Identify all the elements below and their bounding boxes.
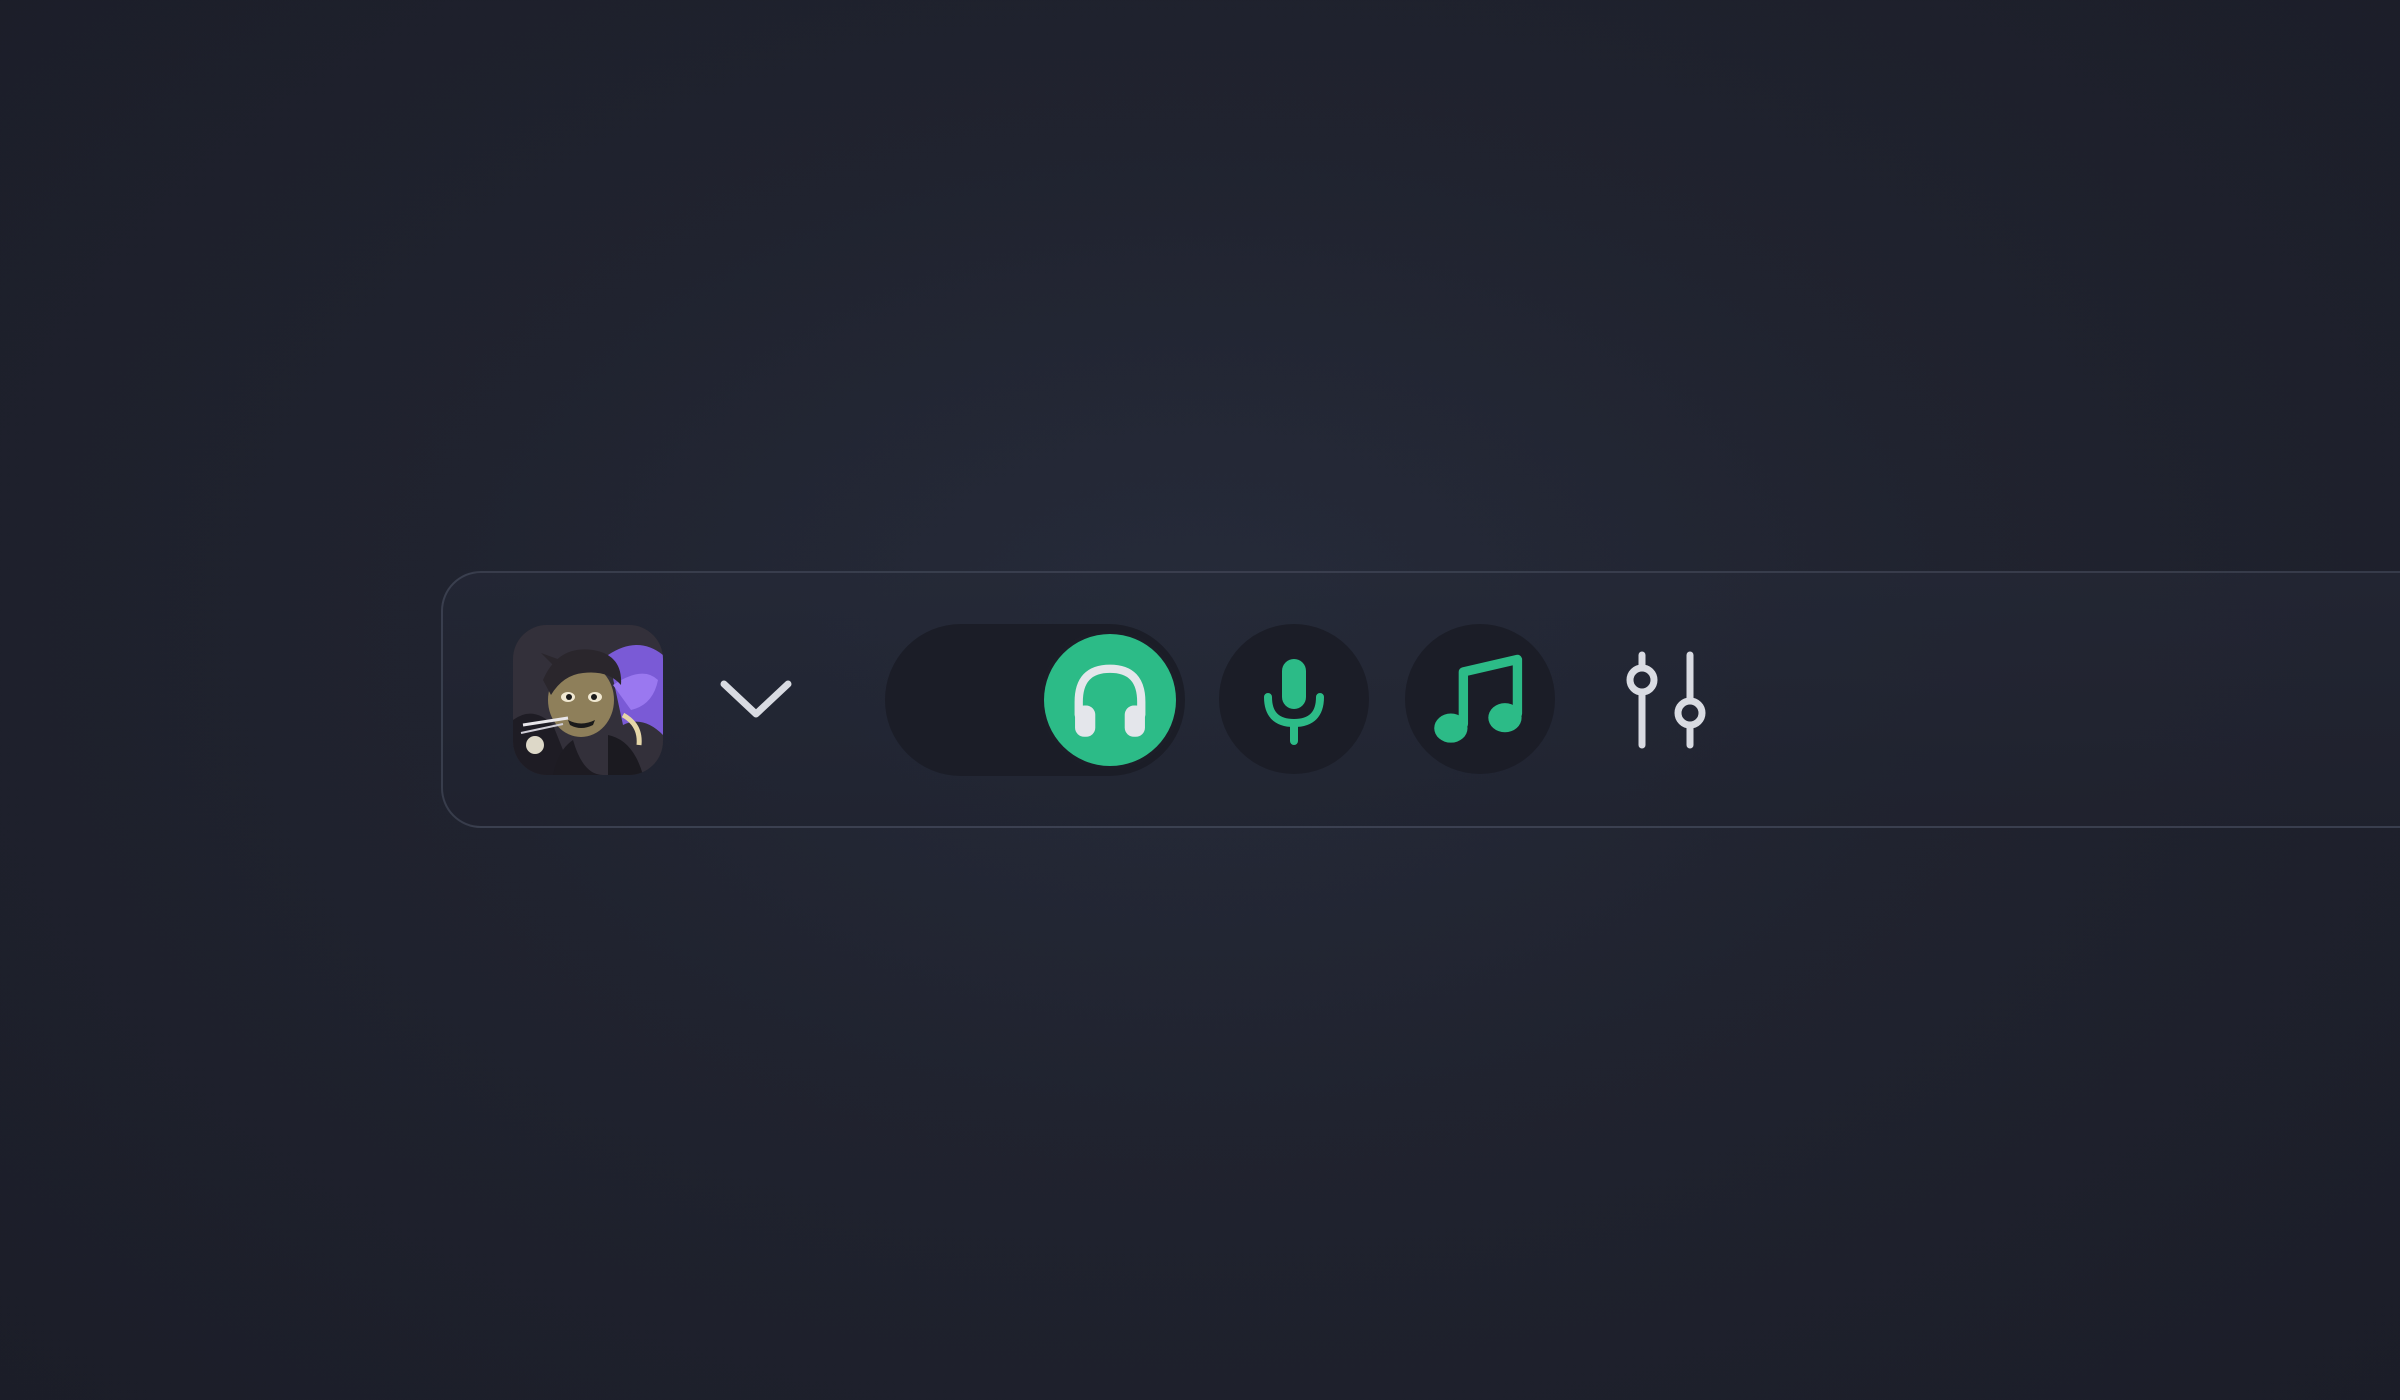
microphone-button[interactable] (1219, 624, 1369, 774)
microphone-icon (1264, 659, 1324, 745)
account-dropdown-button[interactable] (716, 668, 796, 732)
music-note-icon (1434, 654, 1523, 743)
avatar-image (513, 625, 663, 775)
headphones-toggle-knob[interactable] (1040, 630, 1180, 770)
headphones-icon (1074, 664, 1146, 737)
chevron-down-icon (720, 680, 792, 718)
avatar[interactable] (513, 625, 663, 775)
music-button[interactable] (1405, 624, 1555, 774)
sliders-icon (1626, 651, 1706, 749)
mixer-settings-button[interactable] (1610, 645, 1720, 755)
